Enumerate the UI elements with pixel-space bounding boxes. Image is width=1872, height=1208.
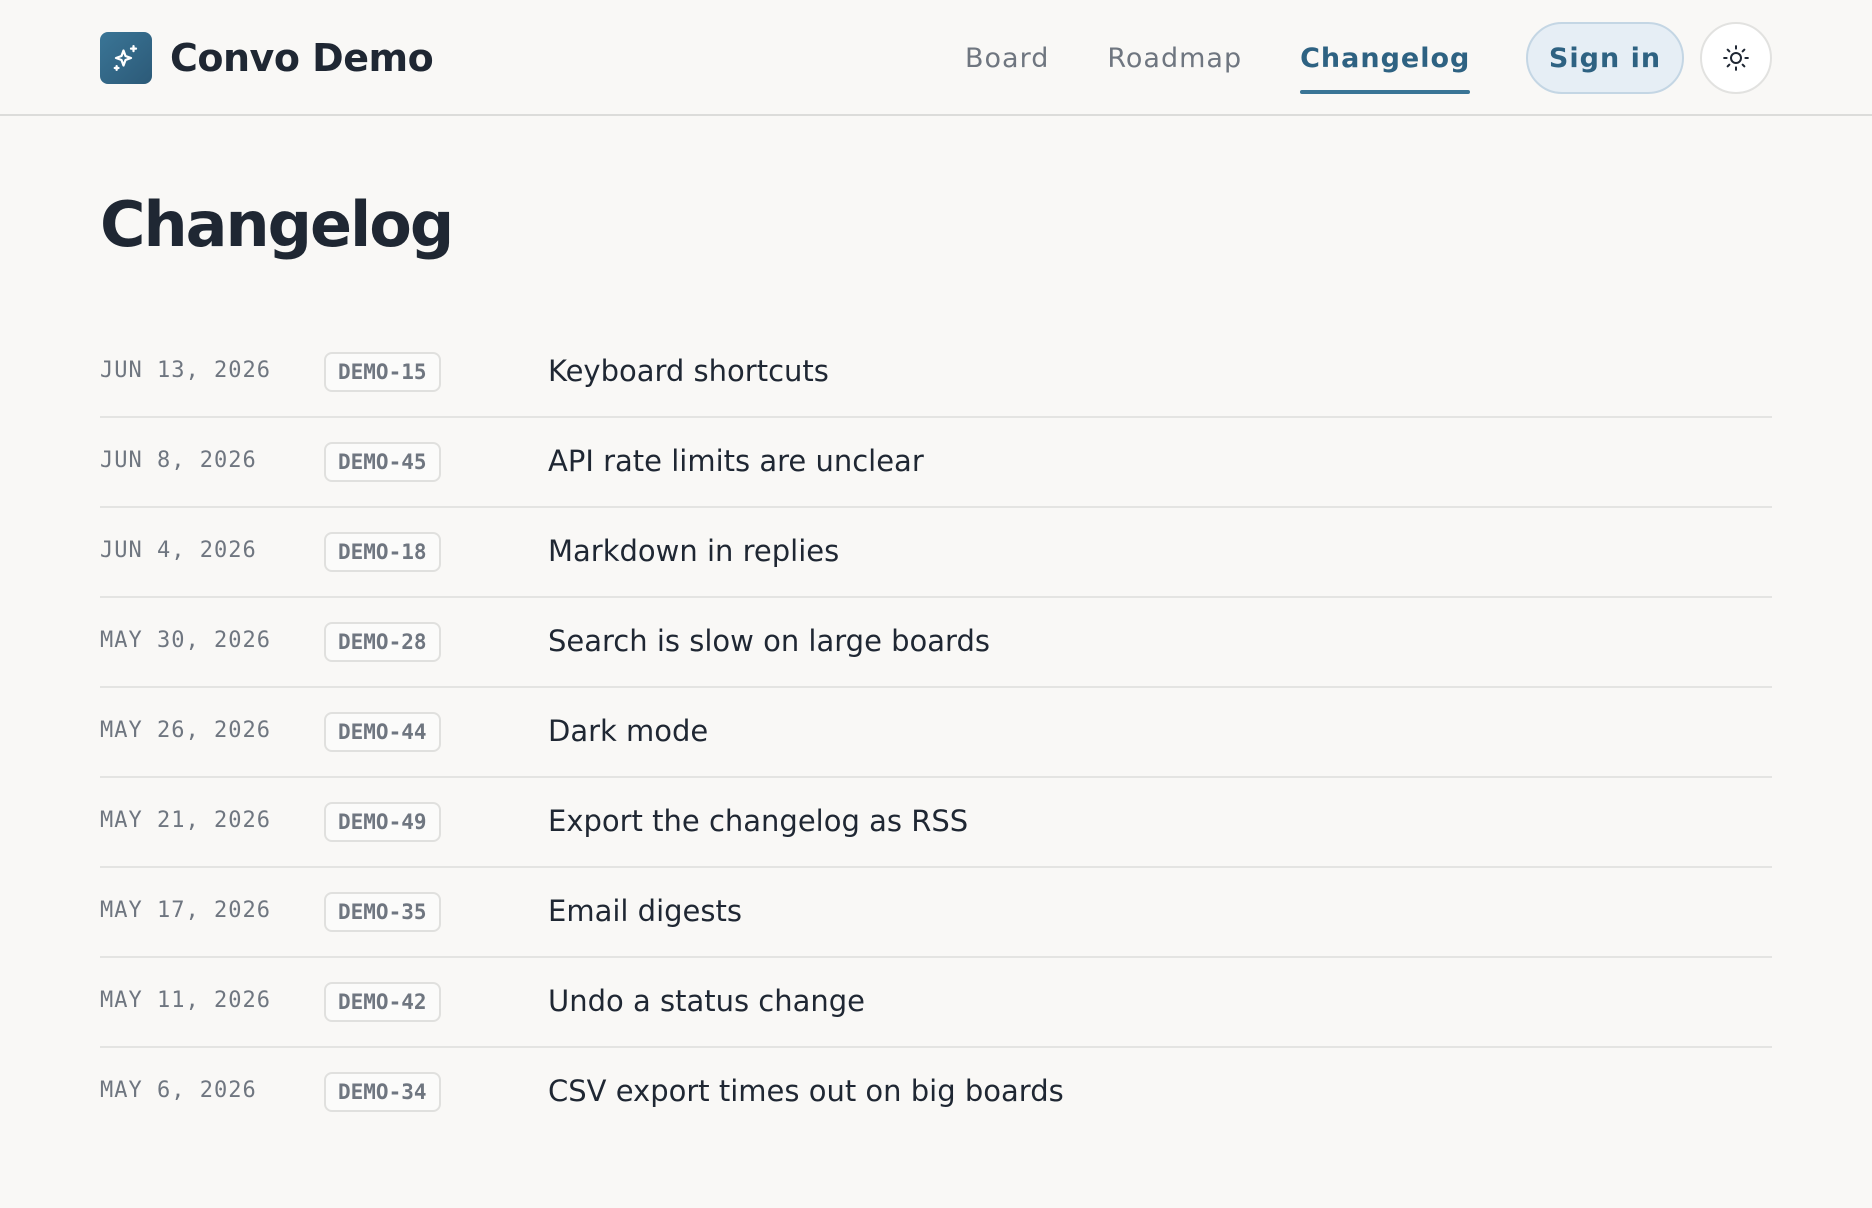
changelog-row[interactable]: MAY 30, 2026 DEMO-28 Search is slow on l… [100, 598, 1772, 688]
changelog-date: JUN 13, 2026 [100, 358, 271, 383]
top-header: Convo Demo Board Roadmap Changelog Sign … [0, 0, 1872, 116]
changelog-title[interactable]: Markdown in replies [548, 534, 839, 568]
changelog-title[interactable]: Dark mode [548, 714, 708, 748]
changelog-row[interactable]: JUN 8, 2026 DEMO-45 API rate limits are … [100, 418, 1772, 508]
brand-name: Convo Demo [170, 36, 434, 80]
changelog-id-badge[interactable]: DEMO-28 [324, 622, 441, 662]
changelog-title[interactable]: Undo a status change [548, 984, 865, 1018]
changelog-row[interactable]: MAY 6, 2026 DEMO-34 CSV export times out… [100, 1048, 1772, 1138]
changelog-row[interactable]: JUN 4, 2026 DEMO-18 Markdown in replies [100, 508, 1772, 598]
changelog-date: MAY 17, 2026 [100, 898, 271, 923]
page-title: Changelog [100, 188, 454, 261]
changelog-title[interactable]: Email digests [548, 894, 742, 928]
changelog-id-badge[interactable]: DEMO-42 [324, 982, 441, 1022]
changelog-title[interactable]: API rate limits are unclear [548, 444, 924, 478]
nav-board[interactable]: Board [965, 43, 1049, 74]
changelog-list: JUN 13, 2026 DEMO-15 Keyboard shortcuts … [100, 328, 1772, 1138]
theme-toggle-button[interactable] [1700, 22, 1772, 94]
changelog-date: MAY 21, 2026 [100, 808, 271, 833]
changelog-date: MAY 11, 2026 [100, 988, 271, 1013]
changelog-id-badge[interactable]: DEMO-35 [324, 892, 441, 932]
changelog-id-badge[interactable]: DEMO-45 [324, 442, 441, 482]
brand[interactable]: Convo Demo [100, 32, 434, 84]
main-nav: Board Roadmap Changelog [965, 0, 1528, 116]
changelog-date: MAY 30, 2026 [100, 628, 271, 653]
sparkles-icon [100, 32, 152, 84]
changelog-title[interactable]: Keyboard shortcuts [548, 354, 829, 388]
changelog-row[interactable]: MAY 11, 2026 DEMO-42 Undo a status chang… [100, 958, 1772, 1048]
nav-changelog[interactable]: Changelog [1300, 43, 1471, 94]
changelog-date: JUN 4, 2026 [100, 538, 257, 563]
changelog-title[interactable]: Search is slow on large boards [548, 624, 990, 658]
changelog-id-badge[interactable]: DEMO-49 [324, 802, 441, 842]
changelog-id-badge[interactable]: DEMO-15 [324, 352, 441, 392]
nav-roadmap[interactable]: Roadmap [1107, 43, 1242, 74]
changelog-title[interactable]: CSV export times out on big boards [548, 1074, 1064, 1108]
changelog-title[interactable]: Export the changelog as RSS [548, 804, 968, 838]
changelog-date: MAY 26, 2026 [100, 718, 271, 743]
changelog-id-badge[interactable]: DEMO-44 [324, 712, 441, 752]
changelog-row[interactable]: MAY 26, 2026 DEMO-44 Dark mode [100, 688, 1772, 778]
changelog-date: MAY 6, 2026 [100, 1078, 257, 1103]
sign-in-button[interactable]: Sign in [1526, 22, 1684, 94]
changelog-id-badge[interactable]: DEMO-34 [324, 1072, 441, 1112]
changelog-row[interactable]: MAY 21, 2026 DEMO-49 Export the changelo… [100, 778, 1772, 868]
sun-icon [1723, 45, 1749, 71]
changelog-row[interactable]: MAY 17, 2026 DEMO-35 Email digests [100, 868, 1772, 958]
changelog-id-badge[interactable]: DEMO-18 [324, 532, 441, 572]
changelog-date: JUN 8, 2026 [100, 448, 257, 473]
changelog-row[interactable]: JUN 13, 2026 DEMO-15 Keyboard shortcuts [100, 328, 1772, 418]
